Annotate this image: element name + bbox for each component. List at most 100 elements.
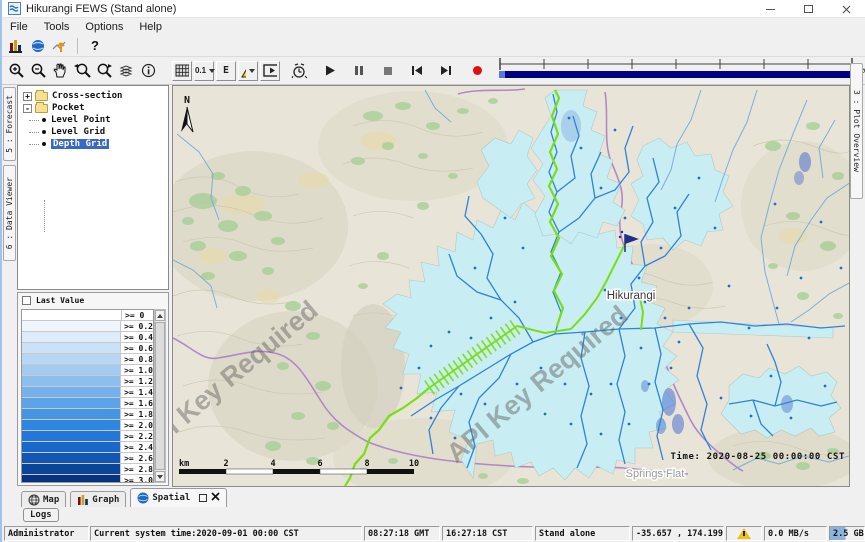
expand-icon[interactable]: + xyxy=(23,92,32,101)
locality-label-springs-flat: Springs Flat xyxy=(626,468,685,480)
timeline-graphic xyxy=(496,56,856,80)
last-value-checkbox[interactable] xyxy=(22,296,31,305)
svg-text:8: 8 xyxy=(364,459,369,469)
map-time-label: Time: 2020-08-25 00:00:00 CST xyxy=(670,451,845,462)
skip-start-button[interactable] xyxy=(407,61,427,81)
tab-close-button[interactable] xyxy=(211,492,220,504)
logs-row: Logs xyxy=(17,507,850,525)
logs-button[interactable]: Logs xyxy=(23,508,59,522)
pause-button[interactable] xyxy=(349,61,369,81)
zoom-out-button[interactable] xyxy=(28,61,48,81)
minimize-button[interactable] xyxy=(751,0,789,18)
tree-item-label-selected: Depth Grid xyxy=(51,139,109,149)
collapse-icon[interactable]: - xyxy=(23,104,32,113)
legend-row: >= 1.6 xyxy=(22,398,153,409)
svg-text:10: 10 xyxy=(409,459,419,469)
left-tab-strip: 5 : Forecast 6 : Data Viewer xyxy=(2,85,17,524)
app-logo-icon xyxy=(8,2,21,15)
skip-end-button[interactable] xyxy=(436,61,456,81)
grid-toggle-button[interactable] xyxy=(172,61,192,81)
bottom-tab-bar: Map Graph Spatial xyxy=(17,487,850,507)
scale-unit-label: km xyxy=(179,459,189,469)
timeline-slider[interactable] xyxy=(496,56,856,85)
zoom-next-button[interactable] xyxy=(94,61,114,81)
close-button[interactable] xyxy=(827,0,865,18)
info-button[interactable] xyxy=(138,61,158,81)
boxed-play-icon xyxy=(263,64,277,77)
layers-button[interactable] xyxy=(116,61,136,81)
bar-chart-icon xyxy=(9,39,23,53)
record-button[interactable] xyxy=(467,61,487,81)
help-button[interactable]: ? xyxy=(85,36,105,56)
tab-restore-button[interactable] xyxy=(199,494,207,502)
legend-row: >= 0.4 xyxy=(22,332,153,343)
window-title: Hikurangi FEWS (Stand alone) xyxy=(26,3,176,15)
menu-options[interactable]: Options xyxy=(77,20,131,34)
tab-graph-label: Graph xyxy=(92,495,119,505)
tree-item-cross-section[interactable]: + Cross-section xyxy=(18,90,168,102)
legend-swatch xyxy=(22,431,121,441)
legend-swatch xyxy=(22,475,121,483)
explorer-button[interactable] xyxy=(6,36,26,56)
menu-help[interactable]: Help xyxy=(131,20,170,34)
tab-spatial[interactable]: Spatial xyxy=(130,488,227,507)
info-icon xyxy=(141,63,156,78)
menu-tools[interactable]: Tools xyxy=(36,20,78,34)
right-tab-strip: 3 : Plot Overview xyxy=(848,85,865,524)
scroll-down-button[interactable] xyxy=(155,471,165,482)
tree-item-level-point[interactable]: Level Point xyxy=(18,114,168,126)
tab-graph[interactable]: Graph xyxy=(70,491,126,507)
tree-item-label: Level Grid xyxy=(51,127,105,137)
interval-value: 0.1 xyxy=(195,66,206,75)
animation-settings-button[interactable] xyxy=(289,61,309,81)
map-viewport[interactable]: API Key Required API Key Required Hikura… xyxy=(172,85,850,487)
legend-swatch xyxy=(22,321,121,331)
legend-row: >= 2.0 xyxy=(22,420,153,431)
legend-scrollbar[interactable] xyxy=(154,309,166,483)
title-bar: Hikurangi FEWS (Stand alone) xyxy=(2,0,865,18)
pan-button[interactable] xyxy=(50,61,70,81)
interval-dropdown[interactable]: 0.1 xyxy=(194,61,214,81)
tab-forecast[interactable]: 5 : Forecast xyxy=(3,87,16,161)
play-button[interactable] xyxy=(320,61,340,81)
warning-icon xyxy=(241,64,246,78)
mini-bar-chart-icon xyxy=(77,494,89,506)
tab-data-viewer[interactable]: 6 : Data Viewer xyxy=(3,165,16,261)
zoom-previous-button[interactable] xyxy=(72,61,92,81)
legend-toggle-button[interactable]: E xyxy=(216,61,236,81)
scroll-up-button[interactable] xyxy=(155,310,165,321)
legend-row: >= 0.2 xyxy=(22,321,153,332)
north-label: N xyxy=(184,95,190,106)
skip-end-icon xyxy=(440,65,452,76)
chevron-down-icon xyxy=(209,69,215,73)
skip-start-icon xyxy=(411,65,423,76)
arrow-down-icon xyxy=(157,475,163,479)
tree-item-level-grid[interactable]: Level Grid xyxy=(18,126,168,138)
legend-row: >= 1.8 xyxy=(22,409,153,420)
warning-dropdown[interactable] xyxy=(238,61,258,81)
tree-item-depth-grid[interactable]: Depth Grid xyxy=(18,138,168,150)
scrollbar-thumb[interactable] xyxy=(155,322,165,470)
menu-file[interactable]: File xyxy=(2,20,36,34)
tree-item-pocket[interactable]: - Pocket xyxy=(18,102,168,114)
maximize-button[interactable] xyxy=(789,0,827,18)
map-display-button[interactable] xyxy=(28,36,48,56)
layers-icon xyxy=(118,64,134,78)
legend-swatch xyxy=(22,398,121,408)
tab-map-label: Map xyxy=(43,495,59,505)
status-system-time: Current system time:2020-09-01 00:00 CST xyxy=(90,526,362,541)
legend-swatch xyxy=(22,442,121,452)
movie-player-button[interactable] xyxy=(260,61,280,81)
legend-row: >= 3.0 xyxy=(22,475,153,483)
last-value-label: Last Value xyxy=(36,296,84,305)
blue-globe-icon xyxy=(137,492,149,504)
tab-map[interactable]: Map xyxy=(21,491,66,507)
tab-plot-overview[interactable]: 3 : Plot Overview xyxy=(850,63,863,199)
zoom-in-button[interactable] xyxy=(6,61,26,81)
legend-row: >= 0.8 xyxy=(22,354,153,365)
stop-button[interactable] xyxy=(378,61,398,81)
pause-icon xyxy=(354,65,364,76)
spatial-display-button[interactable] xyxy=(50,36,70,56)
status-warning-cell[interactable] xyxy=(726,526,762,541)
status-user: Administrator xyxy=(4,526,89,541)
